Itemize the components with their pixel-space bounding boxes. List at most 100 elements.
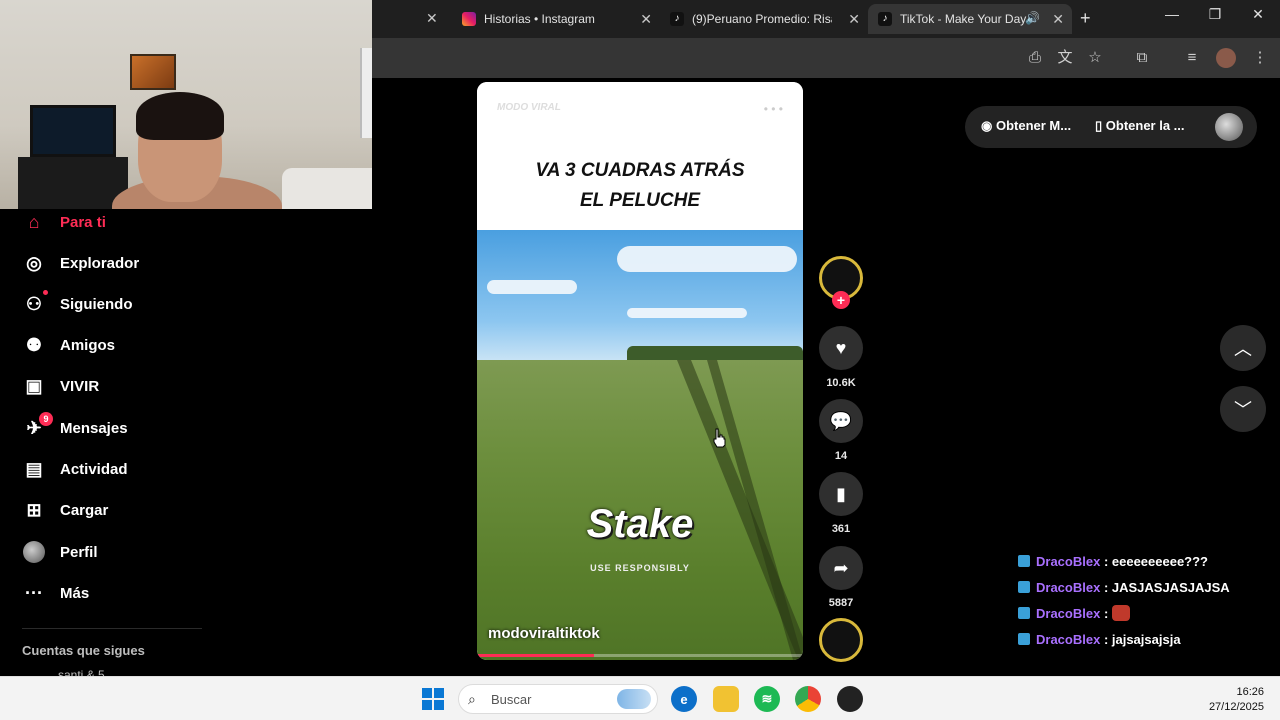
- video-author-handle[interactable]: modoviraltiktok: [488, 625, 600, 642]
- music-disc[interactable]: [819, 618, 863, 662]
- get-app-button[interactable]: ▯ Obtener la ...: [1095, 118, 1185, 134]
- clock-date: 27/12/2025: [1208, 701, 1264, 713]
- sidebar-item-actividad[interactable]: ▤ Actividad: [22, 456, 127, 482]
- search-highlight-icon: [617, 689, 651, 709]
- tv-screen: [30, 105, 116, 157]
- video-watermark: MODO VIRAL: [497, 102, 561, 113]
- install-icon[interactable]: ⎙: [1025, 48, 1045, 68]
- emote-icon: [1112, 605, 1131, 621]
- system-clock[interactable]: 16:26 27/12/2025: [1209, 685, 1264, 715]
- home-icon: ⌂: [28, 211, 40, 232]
- tab-close-button[interactable]: ✕: [426, 10, 438, 27]
- sidebar-item-label: VIVIR: [60, 377, 100, 395]
- messages-badge: 9: [39, 412, 53, 426]
- video-progress-bar[interactable]: [477, 654, 803, 657]
- chat-username: DracoBlex: [1036, 605, 1101, 621]
- bookmark-icon: ▮: [836, 483, 846, 504]
- wall-painting: [130, 54, 176, 90]
- sidebar-item-cargar[interactable]: ⊞ Cargar: [22, 497, 108, 523]
- sidebar-item-label: Más: [60, 584, 90, 602]
- minimize-button[interactable]: —: [1152, 6, 1192, 22]
- comment-button[interactable]: 💬: [819, 399, 863, 443]
- stake-logo: Stake: [586, 502, 694, 546]
- chat-message: DracoBlex : JASJASJASJAJSA: [1018, 578, 1230, 596]
- sidebar-item-amigos[interactable]: ⚉ Amigos: [22, 332, 115, 358]
- next-video-button[interactable]: ﹀: [1220, 386, 1266, 432]
- following-icon: ⚇: [22, 290, 48, 316]
- like-count: 10.6K: [826, 377, 856, 389]
- sidebar-item-siguiendo[interactable]: ⚇ Siguiendo: [22, 290, 133, 317]
- close-icon[interactable]: ✕: [1052, 11, 1064, 28]
- share-count: 5887: [828, 597, 854, 609]
- sidebar-item-label: Explorador: [60, 254, 140, 272]
- sidebar-item-vivir[interactable]: ▣ VIVIR: [22, 373, 99, 399]
- sidebar-item-mensajes[interactable]: ✈ 9 Mensajes: [22, 412, 128, 441]
- previous-video-button[interactable]: ︿: [1220, 325, 1266, 371]
- comment-icon: 💬: [829, 410, 853, 431]
- chevron-down-icon: ﹀: [1234, 400, 1252, 420]
- live-icon: ▣: [25, 375, 43, 396]
- chat-text: : eeeeeeeeee???: [1103, 553, 1209, 569]
- obs-icon[interactable]: [837, 686, 863, 712]
- tab-title: Historias • Instagram: [484, 12, 595, 26]
- tab-tiktok-active[interactable]: ♪ TikTok - Make Your Day 🔊 ✕: [868, 4, 1072, 34]
- close-icon[interactable]: ✕: [848, 11, 860, 28]
- save-count: 361: [831, 523, 851, 535]
- chevron-up-icon: ︿: [1234, 339, 1252, 359]
- phone-icon: ▯: [1095, 118, 1106, 133]
- user-avatar[interactable]: [1215, 113, 1243, 141]
- media-queue-icon[interactable]: ≡: [1182, 48, 1202, 68]
- video-sky: [477, 230, 803, 360]
- more-icon: ···: [25, 582, 43, 603]
- chrome-icon[interactable]: [795, 686, 821, 712]
- chat-badge-icon: [1018, 633, 1030, 645]
- stake-disclaimer: USE RESPONSIBLY: [590, 563, 690, 573]
- menu-kebab-icon[interactable]: ⋮: [1250, 48, 1270, 68]
- like-button[interactable]: ♥: [819, 326, 863, 370]
- bookmark-star-icon[interactable]: ☆: [1085, 48, 1105, 68]
- share-button[interactable]: ➦: [819, 546, 863, 590]
- sidebar-item-explorador[interactable]: ◎ Explorador: [22, 250, 139, 276]
- get-coins-button[interactable]: ◉ Obtener M...: [981, 118, 1071, 134]
- sidebar-item-para-ti[interactable]: ⌂ Para ti: [22, 209, 106, 235]
- cloud: [487, 280, 577, 294]
- video-progress-fill: [477, 654, 595, 657]
- save-button[interactable]: ▮: [819, 472, 863, 516]
- chat-text: :: [1103, 605, 1109, 621]
- edge-icon[interactable]: e: [671, 686, 697, 712]
- profile-avatar-icon[interactable]: [1216, 48, 1236, 68]
- maximize-button[interactable]: ❐: [1195, 6, 1235, 23]
- close-window-button[interactable]: ✕: [1238, 6, 1278, 23]
- tab-title: TikTok - Make Your Day: [900, 12, 1027, 26]
- windows-start-icon[interactable]: [422, 688, 444, 710]
- more-options-icon[interactable]: • • •: [764, 102, 783, 116]
- spotify-icon[interactable]: ≋: [754, 686, 780, 712]
- tab-instagram[interactable]: Historias • Instagram ✕: [452, 4, 660, 34]
- compass-icon: ◎: [26, 252, 42, 273]
- top-actions-bar: ◉ Obtener M... ▯ Obtener la ...: [965, 106, 1257, 148]
- avatar-icon: [22, 540, 46, 564]
- close-icon[interactable]: ✕: [640, 11, 652, 28]
- extensions-icon[interactable]: ⧉: [1132, 48, 1152, 68]
- caption-line-2: EL PELUCHE: [579, 190, 700, 211]
- chat-username: DracoBlex: [1036, 579, 1101, 595]
- window-frame: [360, 48, 372, 138]
- file-explorer-icon[interactable]: [713, 686, 739, 712]
- friends-icon: ⚉: [25, 334, 43, 355]
- video-treeline: [627, 346, 803, 360]
- tab-peruano[interactable]: ♪ (9)Peruano Promedio: Risa y ✕: [660, 4, 868, 34]
- person-hair: [136, 92, 224, 140]
- new-tab-button[interactable]: +: [1080, 8, 1091, 29]
- sidebar-item-mas[interactable]: ··· Más: [22, 580, 89, 606]
- taskbar-search[interactable]: ⌕ Buscar: [458, 684, 658, 714]
- tiktok-icon: ♪: [670, 12, 684, 26]
- follow-button[interactable]: +: [832, 291, 850, 309]
- video-player[interactable]: MODO VIRAL • • • VA 3 CUADRAS ATRÁS EL P…: [477, 82, 803, 660]
- speaker-icon[interactable]: 🔊: [1025, 11, 1040, 25]
- sidebar-item-perfil[interactable]: Perfil: [22, 539, 98, 565]
- webcam-overlay: [0, 0, 372, 209]
- chat-badge-icon: [1018, 581, 1030, 593]
- notification-dot: [43, 290, 48, 295]
- translate-icon[interactable]: 文: [1055, 48, 1075, 68]
- following-accounts-title: Cuentas que sigues: [22, 643, 145, 658]
